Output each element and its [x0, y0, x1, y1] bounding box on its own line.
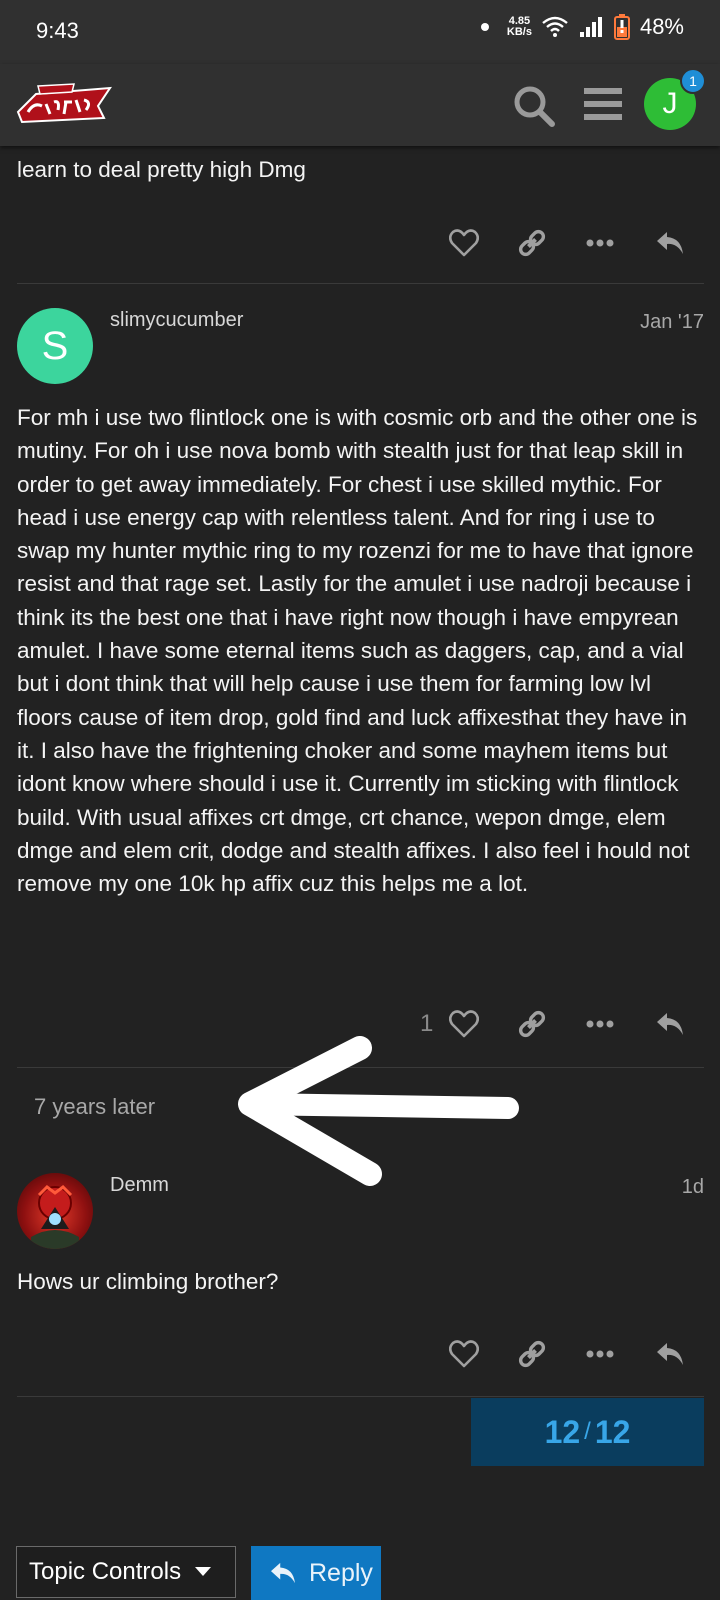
- post-username[interactable]: slimycucumber: [110, 309, 243, 332]
- post-actions: [0, 1334, 720, 1374]
- post-divider: [17, 283, 704, 284]
- share-link-button[interactable]: [512, 1334, 552, 1374]
- status-time: 9:43: [36, 18, 79, 43]
- caret-down-icon: [195, 1567, 212, 1576]
- wifi-icon: [542, 16, 568, 37]
- post-username[interactable]: Demm: [110, 1174, 169, 1197]
- search-icon[interactable]: [512, 84, 556, 128]
- reply-to-post-button[interactable]: [650, 1334, 690, 1374]
- share-link-button[interactable]: [512, 223, 552, 263]
- more-icon: [586, 1350, 614, 1358]
- post-divider: [17, 1396, 704, 1397]
- reply-to-post-button[interactable]: [650, 223, 690, 263]
- site-logo[interactable]: [14, 80, 114, 131]
- notification-dot-icon: [480, 23, 489, 31]
- battery-percent: 48%: [639, 14, 684, 39]
- like-button[interactable]: [444, 223, 484, 263]
- reply-icon: [271, 1562, 295, 1584]
- reply-icon: [657, 232, 683, 254]
- menu-icon[interactable]: [584, 84, 622, 124]
- time-gap-label: 7 years later: [34, 1094, 156, 1119]
- topic-controls-label: Topic Controls: [29, 1558, 182, 1585]
- progress-total: 12: [594, 1413, 631, 1450]
- progress-current: 12: [544, 1413, 581, 1450]
- topic-progress[interactable]: 12 / 12: [471, 1398, 704, 1466]
- signal-icon: [579, 17, 602, 37]
- author-avatar[interactable]: S: [17, 308, 93, 384]
- heart-icon: [449, 229, 479, 257]
- notification-badge[interactable]: 1: [680, 68, 706, 94]
- post-body: learn to deal pretty high Dmg: [17, 157, 306, 182]
- heart-icon: [449, 1340, 479, 1368]
- status-icons: 4.85 KB/s 48%: [480, 14, 684, 40]
- arrow-annotation-icon: [238, 1036, 519, 1186]
- post-date[interactable]: Jan '17: [640, 311, 704, 334]
- more-button[interactable]: [580, 1004, 620, 1044]
- topic-controls-button[interactable]: Topic Controls: [16, 1546, 236, 1598]
- progress-separator: /: [584, 1418, 591, 1445]
- post-body: Hows ur climbing brother?: [17, 1269, 279, 1294]
- post-date[interactable]: 1d: [682, 1176, 704, 1199]
- reply-button[interactable]: Reply: [251, 1546, 381, 1600]
- more-button[interactable]: [580, 1334, 620, 1374]
- more-button[interactable]: [580, 223, 620, 263]
- status-bar: 9:43 4.85 KB/s 48%: [0, 0, 720, 64]
- reply-icon: [657, 1013, 683, 1035]
- like-button[interactable]: [444, 1334, 484, 1374]
- post-actions: [0, 223, 720, 263]
- link-icon: [518, 1340, 546, 1368]
- like-count[interactable]: 1: [420, 1010, 433, 1038]
- post-body: For mh i use two flintlock one is with c…: [17, 405, 698, 897]
- battery-icon: [613, 14, 630, 40]
- reply-to-post-button[interactable]: [650, 1004, 690, 1044]
- reply-icon: [657, 1343, 683, 1365]
- net-speed: 4.85 KB/s: [506, 15, 532, 38]
- author-avatar[interactable]: [17, 1173, 93, 1249]
- link-icon: [518, 229, 546, 257]
- more-icon: [586, 239, 614, 247]
- heart-icon: [449, 1010, 479, 1038]
- site-header: J 1: [0, 64, 720, 146]
- link-icon: [518, 1010, 546, 1038]
- more-icon: [586, 1020, 614, 1028]
- reply-label: Reply: [309, 1558, 373, 1587]
